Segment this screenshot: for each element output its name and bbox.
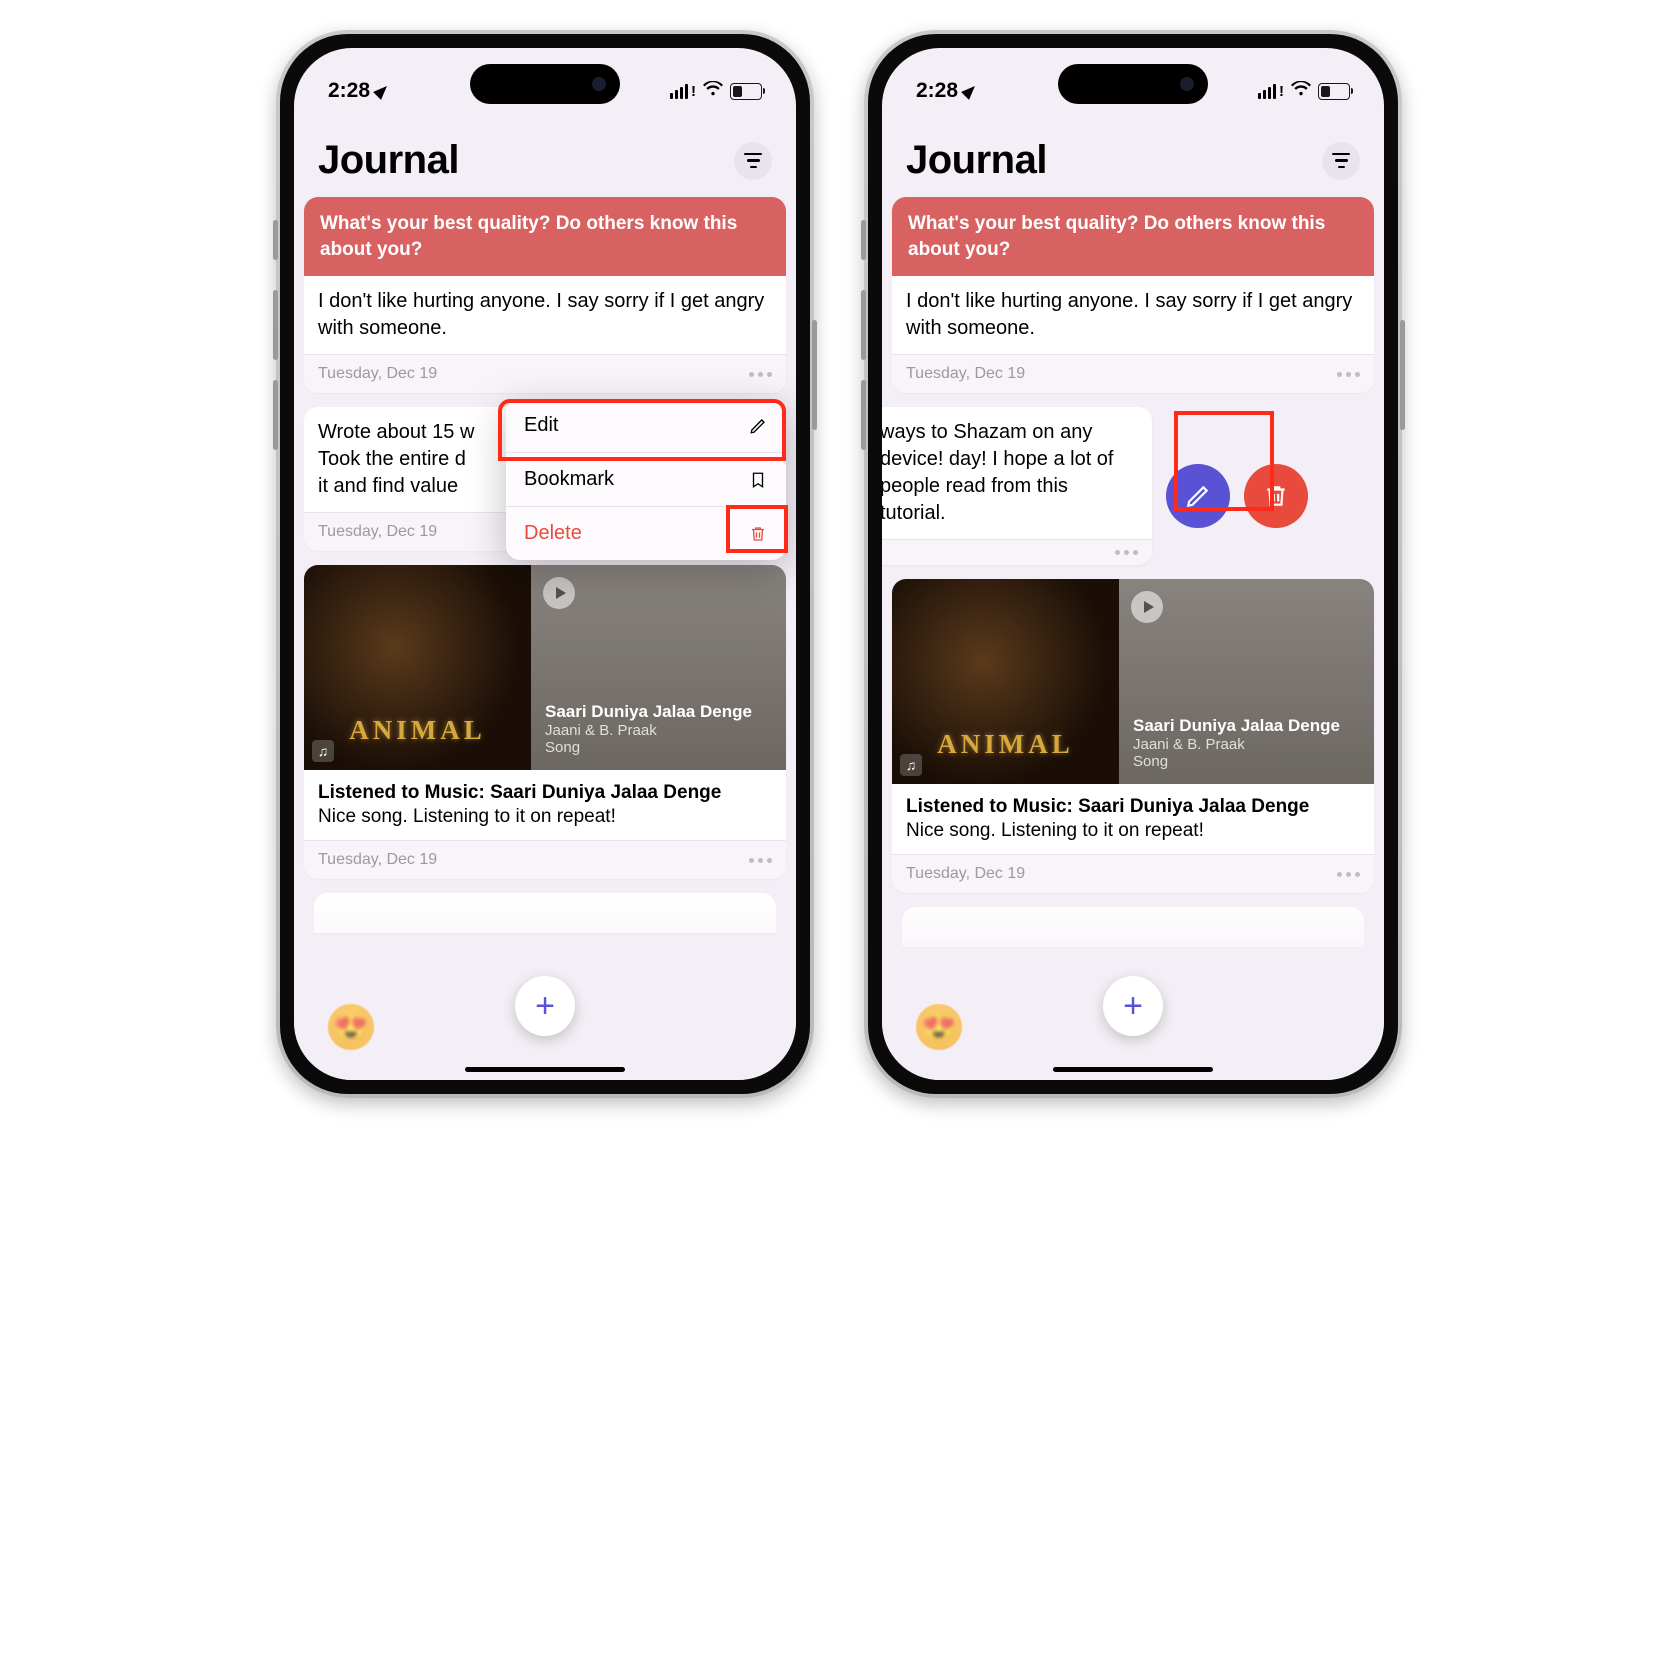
battery-icon (730, 83, 762, 100)
album-art: ANIMAL ♫ (304, 565, 531, 770)
play-icon[interactable] (543, 577, 575, 609)
music-icon: ♫ (312, 740, 334, 762)
home-indicator[interactable] (465, 1067, 625, 1072)
play-icon[interactable] (1131, 591, 1163, 623)
entry-body: I don't like hurting anyone. I say sorry… (304, 276, 786, 354)
menu-bookmark[interactable]: Bookmark (506, 453, 786, 507)
cellular-icon: ! (1258, 83, 1284, 99)
page-title: Journal (318, 138, 459, 183)
status-time: 2:28 (328, 79, 370, 103)
journal-entry-media[interactable]: ANIMAL ♫ Saari Duniya Jalaa Denge Jaani … (892, 579, 1374, 893)
poster-title: ANIMAL (349, 715, 486, 746)
journal-entry-prompt[interactable]: What's your best quality? Do others know… (304, 197, 786, 393)
swipe-delete-button[interactable] (1244, 464, 1308, 528)
entry-date: Tuesday, Dec 19 (906, 365, 1025, 383)
cellular-icon: ! (670, 83, 696, 99)
plus-icon: + (1123, 989, 1143, 1023)
menu-label: Edit (524, 414, 558, 437)
trash-icon (1263, 483, 1289, 509)
media-info: Saari Duniya Jalaa Denge Jaani & B. Praa… (1119, 579, 1374, 784)
journal-entry-prompt[interactable]: What's your best quality? Do others know… (892, 197, 1374, 393)
entry-date: Tuesday, Dec 19 (318, 523, 437, 541)
entry-date: Tuesday, Dec 19 (318, 365, 437, 383)
new-entry-button[interactable]: + (1103, 976, 1163, 1036)
filter-icon (744, 153, 762, 168)
more-icon[interactable] (1337, 372, 1360, 377)
entry-date: Tuesday, Dec 19 (906, 865, 1025, 883)
entry-body: ways to Shazam on any device! day! I hop… (882, 407, 1152, 539)
journal-entry-media[interactable]: ANIMAL ♫ Saari Duniya Jalaa Denge Jaani … (304, 565, 786, 879)
plus-icon: + (535, 989, 555, 1023)
location-icon (961, 82, 979, 100)
media-info: Saari Duniya Jalaa Denge Jaani & B. Praa… (531, 565, 786, 770)
bookmark-icon (748, 470, 768, 490)
journal-entry-peek (314, 893, 776, 933)
status-time: 2:28 (916, 79, 958, 103)
entry-headline: Listened to Music: Saari Duniya Jalaa De… (892, 784, 1374, 820)
song-title: Saari Duniya Jalaa Denge (1133, 716, 1360, 736)
poster-title: ANIMAL (937, 729, 1074, 760)
entry-caption: Nice song. Listening to it on repeat! (304, 806, 786, 840)
menu-edit[interactable]: Edit (506, 399, 786, 453)
entry-date: Tuesday, Dec 19 (318, 851, 437, 869)
more-icon[interactable] (1337, 872, 1360, 877)
song-title: Saari Duniya Jalaa Denge (545, 702, 772, 722)
emoji-icon (916, 1004, 962, 1050)
battery-icon (1318, 83, 1350, 100)
wifi-icon (1291, 79, 1311, 103)
filter-icon (1332, 153, 1350, 168)
music-icon: ♫ (900, 754, 922, 776)
pencil-icon (748, 416, 768, 436)
prompt-banner: What's your best quality? Do others know… (304, 197, 786, 276)
context-menu: Edit Bookmark Delete (506, 399, 786, 560)
artist: Jaani & B. Praak (545, 722, 772, 739)
pencil-icon (1185, 483, 1211, 509)
entry-headline: Listened to Music: Saari Duniya Jalaa De… (304, 770, 786, 806)
filter-button[interactable] (734, 142, 772, 180)
prompt-banner: What's your best quality? Do others know… (892, 197, 1374, 276)
more-icon[interactable] (749, 372, 772, 377)
journal-entry-swiped[interactable]: ways to Shazam on any device! day! I hop… (882, 407, 1152, 565)
entry-body: I don't like hurting anyone. I say sorry… (892, 276, 1374, 354)
entry-caption: Nice song. Listening to it on repeat! (892, 820, 1374, 854)
new-entry-button[interactable]: + (515, 976, 575, 1036)
media-kind: Song (1133, 753, 1360, 770)
more-icon[interactable] (749, 858, 772, 863)
menu-label: Delete (524, 522, 582, 545)
journal-entry-peek (902, 907, 1364, 947)
media-kind: Song (545, 739, 772, 756)
trash-icon (748, 524, 768, 544)
page-title: Journal (906, 138, 1047, 183)
more-icon[interactable] (1115, 550, 1138, 555)
home-indicator[interactable] (1053, 1067, 1213, 1072)
wifi-icon (703, 79, 723, 103)
emoji-icon (328, 1004, 374, 1050)
location-icon (373, 82, 391, 100)
swipe-edit-button[interactable] (1166, 464, 1230, 528)
album-art: ANIMAL ♫ (892, 579, 1119, 784)
menu-label: Bookmark (524, 468, 614, 491)
artist: Jaani & B. Praak (1133, 736, 1360, 753)
filter-button[interactable] (1322, 142, 1360, 180)
menu-delete[interactable]: Delete (506, 507, 786, 560)
